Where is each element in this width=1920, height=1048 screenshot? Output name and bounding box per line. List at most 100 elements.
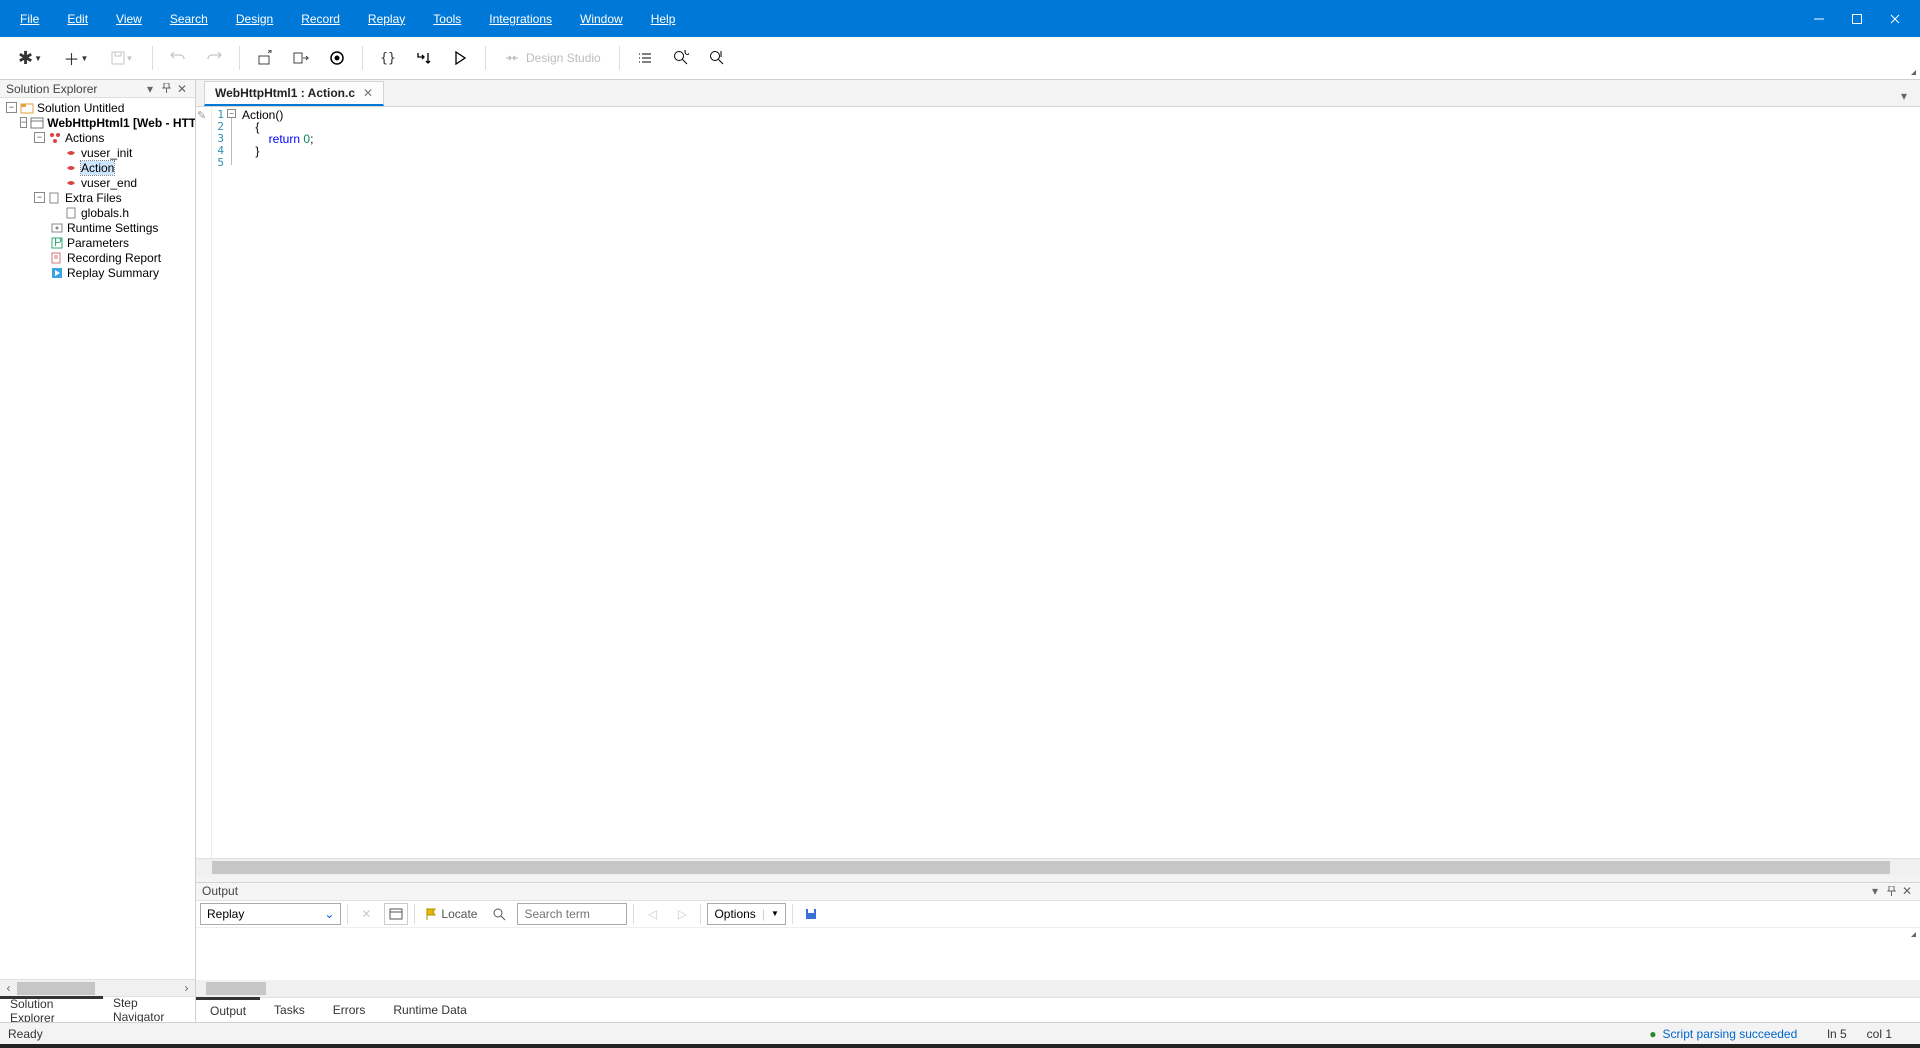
toolbar-overflow-button[interactable] bbox=[1911, 70, 1916, 75]
status-parse-message[interactable]: Script parsing succeeded bbox=[1663, 1027, 1798, 1041]
svg-text:P: P bbox=[54, 237, 62, 249]
new-script-button[interactable]: ✱▼ bbox=[8, 43, 52, 73]
tree-node-runtime-settings[interactable]: Runtime Settings bbox=[0, 220, 195, 235]
panel-pin-icon[interactable] bbox=[1884, 884, 1898, 898]
tree-node-actions[interactable]: −Actions bbox=[0, 130, 195, 145]
toggle-wrap-button[interactable] bbox=[384, 903, 408, 925]
code-editor[interactable]: ✎ 12345 − Action() { return 0; } bbox=[196, 107, 1920, 859]
options-dropdown[interactable]: Options|▼ bbox=[707, 903, 785, 925]
line-numbers: 12345 bbox=[212, 107, 226, 858]
record-button[interactable] bbox=[320, 43, 354, 73]
redo-button[interactable] bbox=[197, 43, 231, 73]
next-result-button[interactable]: ▷ bbox=[670, 903, 694, 925]
compile-button[interactable] bbox=[407, 43, 441, 73]
add-button[interactable]: ＋▼ bbox=[54, 43, 98, 73]
braces-icon: {} bbox=[380, 51, 396, 66]
status-col: col 1 bbox=[1867, 1027, 1892, 1041]
design-studio-button[interactable]: Design Studio bbox=[494, 43, 611, 73]
output-search-input[interactable] bbox=[517, 903, 627, 925]
braces-button[interactable]: {} bbox=[371, 43, 405, 73]
menu-tools[interactable]: Tools bbox=[419, 0, 475, 37]
panel-dropdown-icon[interactable]: ▾ bbox=[1868, 884, 1882, 898]
tree-node-globals[interactable]: globals.h bbox=[0, 205, 195, 220]
scroll-thumb[interactable] bbox=[212, 861, 1890, 874]
tab-solution-explorer[interactable]: Solution Explorer bbox=[0, 996, 103, 1022]
zoom-in-button[interactable] bbox=[700, 43, 734, 73]
menu-integrations[interactable]: Integrations bbox=[475, 0, 566, 37]
output-overflow-button[interactable] bbox=[1911, 932, 1916, 937]
output-hscrollbar[interactable] bbox=[196, 980, 1920, 997]
tab-step-navigator[interactable]: Step Navigator bbox=[103, 997, 195, 1022]
tab-output[interactable]: Output bbox=[196, 997, 260, 1022]
tree-node-project[interactable]: −WebHttpHtml1 [Web - HTTP/HTML] bbox=[0, 115, 195, 130]
action-icon bbox=[64, 146, 78, 160]
menu-view[interactable]: View bbox=[102, 0, 156, 37]
panel-pin-icon[interactable] bbox=[159, 82, 173, 96]
scroll-thumb[interactable] bbox=[206, 982, 266, 995]
run-button[interactable] bbox=[443, 43, 477, 73]
panel-close-icon[interactable]: ✕ bbox=[1900, 884, 1914, 898]
explorer-hscrollbar[interactable]: ‹ › bbox=[0, 979, 195, 996]
tab-runtime-data[interactable]: Runtime Data bbox=[379, 998, 480, 1022]
tree-node-recording-report[interactable]: Recording Report bbox=[0, 250, 195, 265]
menu-replay[interactable]: Replay bbox=[354, 0, 419, 37]
solution-explorer-header: Solution Explorer ▾ ✕ bbox=[0, 80, 195, 98]
solution-tree: −Solution Untitled −WebHttpHtml1 [Web - … bbox=[0, 98, 195, 979]
menu-file[interactable]: File bbox=[6, 0, 53, 37]
scroll-right-icon[interactable]: › bbox=[178, 980, 195, 997]
zoom-in-icon bbox=[709, 50, 725, 66]
editor-hscrollbar[interactable] bbox=[196, 859, 1920, 876]
editor-tab-action[interactable]: WebHttpHtml1 : Action.c ✕ bbox=[204, 81, 384, 106]
export-button[interactable] bbox=[799, 903, 823, 925]
output-header: Output ▾ ✕ bbox=[196, 883, 1920, 901]
scroll-thumb[interactable] bbox=[17, 982, 95, 995]
tab-overflow-button[interactable]: ▾ bbox=[1894, 86, 1914, 106]
clear-output-button[interactable]: ✕ bbox=[354, 903, 378, 925]
tree-node-extra-files[interactable]: −Extra Files bbox=[0, 190, 195, 205]
solution-explorer-panel: Solution Explorer ▾ ✕ −Solution Untitled… bbox=[0, 80, 196, 1022]
taskbar-edge bbox=[0, 1044, 1920, 1048]
menu-design[interactable]: Design bbox=[222, 0, 287, 37]
search-button[interactable] bbox=[487, 903, 511, 925]
code-area[interactable]: Action() { return 0; } bbox=[240, 107, 1920, 858]
close-tab-icon[interactable]: ✕ bbox=[363, 86, 373, 100]
window-minimize-button[interactable] bbox=[1800, 0, 1838, 37]
tree-node-solution[interactable]: −Solution Untitled bbox=[0, 100, 195, 115]
solution-explorer-title: Solution Explorer bbox=[6, 82, 97, 96]
tree-node-vuser-init[interactable]: vuser_init bbox=[0, 145, 195, 160]
parameters-icon: P bbox=[50, 236, 64, 250]
check-icon: ● bbox=[1649, 1027, 1656, 1041]
menu-search[interactable]: Search bbox=[156, 0, 222, 37]
window-close-button[interactable] bbox=[1876, 0, 1914, 37]
tree-node-parameters[interactable]: PParameters bbox=[0, 235, 195, 250]
menu-record[interactable]: Record bbox=[287, 0, 354, 37]
output-filter-select[interactable]: Replay⌄ bbox=[200, 903, 341, 925]
zoom-out-button[interactable]: 0 bbox=[664, 43, 698, 73]
prev-result-button[interactable]: ◁ bbox=[640, 903, 664, 925]
goto-icon bbox=[293, 50, 309, 66]
save-button[interactable]: ▼ bbox=[100, 43, 144, 73]
menu-help[interactable]: Help bbox=[637, 0, 690, 37]
output-title: Output bbox=[202, 884, 238, 898]
menu-window[interactable]: Window bbox=[566, 0, 637, 37]
list-button[interactable] bbox=[628, 43, 662, 73]
undo-button[interactable] bbox=[161, 43, 195, 73]
project-icon bbox=[30, 116, 44, 130]
tab-errors[interactable]: Errors bbox=[319, 998, 380, 1022]
panel-close-icon[interactable]: ✕ bbox=[175, 82, 189, 96]
tree-node-action[interactable]: Action bbox=[0, 160, 195, 175]
replay-summary-icon bbox=[50, 266, 64, 280]
locate-flag-icon[interactable]: Locate bbox=[421, 903, 481, 925]
status-line: ln 5 bbox=[1827, 1027, 1846, 1041]
undo-icon bbox=[170, 52, 186, 64]
fold-toggle-icon[interactable]: − bbox=[227, 109, 236, 118]
panel-dropdown-icon[interactable]: ▾ bbox=[143, 82, 157, 96]
menu-edit[interactable]: Edit bbox=[53, 0, 102, 37]
tree-node-vuser-end[interactable]: vuser_end bbox=[0, 175, 195, 190]
window-maximize-button[interactable] bbox=[1838, 0, 1876, 37]
import-button[interactable] bbox=[248, 43, 282, 73]
scroll-left-icon[interactable]: ‹ bbox=[0, 980, 17, 997]
goto-button[interactable] bbox=[284, 43, 318, 73]
tree-node-replay-summary[interactable]: Replay Summary bbox=[0, 265, 195, 280]
tab-tasks[interactable]: Tasks bbox=[260, 998, 319, 1022]
